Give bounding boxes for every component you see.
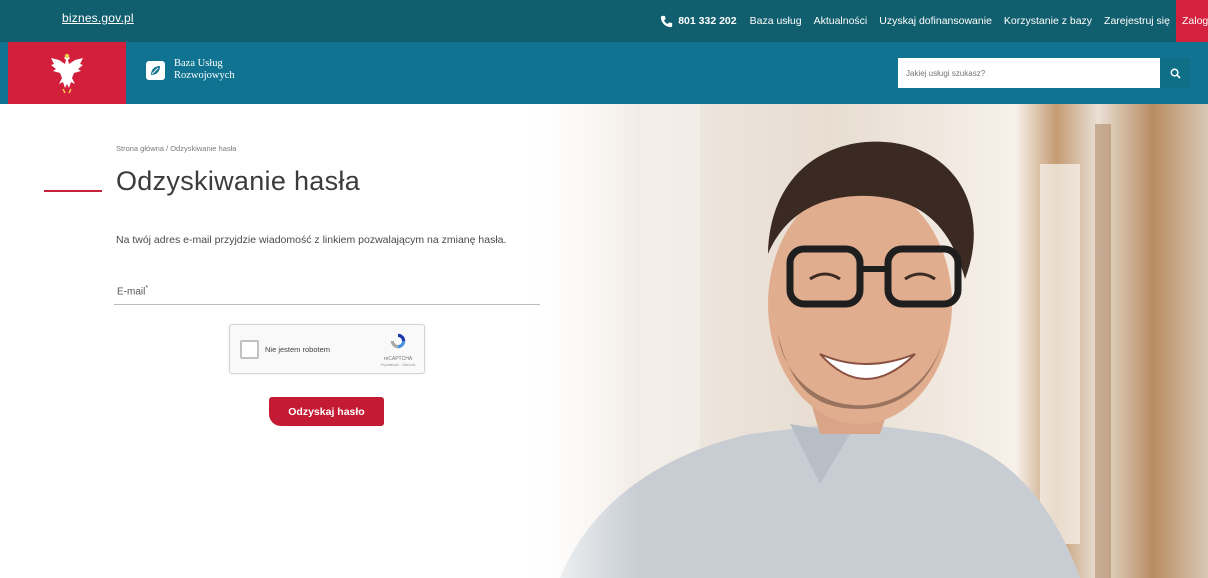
- recaptcha-widget: Nie jestem robotem reCAPTCHA Prywatność …: [229, 324, 425, 374]
- recaptcha-icon: [390, 333, 406, 349]
- logo-line-1: Baza Usług: [174, 58, 223, 69]
- nav-uzyskaj-dofinansowanie[interactable]: Uzyskaj dofinansowanie: [873, 0, 998, 42]
- recaptcha-brand: reCAPTCHA Prywatność - Warunki: [375, 332, 421, 367]
- page-title: Odzyskiwanie hasła: [116, 166, 361, 196]
- top-bar: biznes.gov.pl 801 332 202 Baza usług Akt…: [0, 0, 1208, 42]
- search-icon: [1170, 68, 1181, 79]
- email-field[interactable]: [114, 279, 540, 305]
- emblem[interactable]: [8, 42, 126, 104]
- phone-text: 801 332 202: [678, 15, 737, 27]
- bur-logo[interactable]: Baza Usług Rozwojowych: [146, 58, 235, 82]
- email-label-text: E-mail: [117, 286, 146, 298]
- nav-aktualnosci[interactable]: Aktualności: [808, 0, 874, 42]
- eagle-emblem-icon: [51, 53, 83, 94]
- info-text: Na twój adres e-mail przyjdzie wiadomość…: [116, 234, 507, 246]
- required-mark: *: [145, 285, 149, 292]
- nav-zarejestruj-sie[interactable]: Zarejestruj się: [1098, 0, 1176, 42]
- recover-password-button[interactable]: Odzyskaj hasło: [269, 397, 384, 426]
- logo-line-2: Rozwojowych: [174, 70, 235, 81]
- site-header: Baza Usług Rozwojowych: [0, 42, 1208, 104]
- nav-korzystanie-z-bazy[interactable]: Korzystanie z bazy: [998, 0, 1098, 42]
- phone-number[interactable]: 801 332 202: [653, 0, 743, 42]
- breadcrumb[interactable]: Strona główna / Odzyskiwanie hasła: [116, 144, 236, 153]
- search-input[interactable]: [898, 58, 1160, 88]
- hero-photo: [520, 104, 1208, 578]
- title-accent-line: [44, 190, 102, 192]
- top-nav: 801 332 202 Baza usług Aktualności Uzysk…: [653, 0, 1208, 42]
- login-button[interactable]: Zaloguj się: [1176, 0, 1208, 42]
- recaptcha-links[interactable]: Prywatność - Warunki: [375, 363, 421, 367]
- hero-fade: [520, 104, 640, 578]
- nav-baza-uslug[interactable]: Baza usług: [744, 0, 808, 42]
- leaf-logo-icon: [146, 60, 165, 80]
- recaptcha-label: Nie jestem robotem: [265, 345, 331, 354]
- biznes-gov-link[interactable]: biznes.gov.pl: [62, 11, 134, 25]
- phone-icon: [661, 15, 673, 27]
- search-button[interactable]: [1160, 58, 1190, 88]
- recaptcha-checkbox[interactable]: [240, 340, 259, 359]
- recaptcha-brand-text: reCAPTCHA: [383, 356, 413, 362]
- email-label: E-mail*: [117, 285, 148, 297]
